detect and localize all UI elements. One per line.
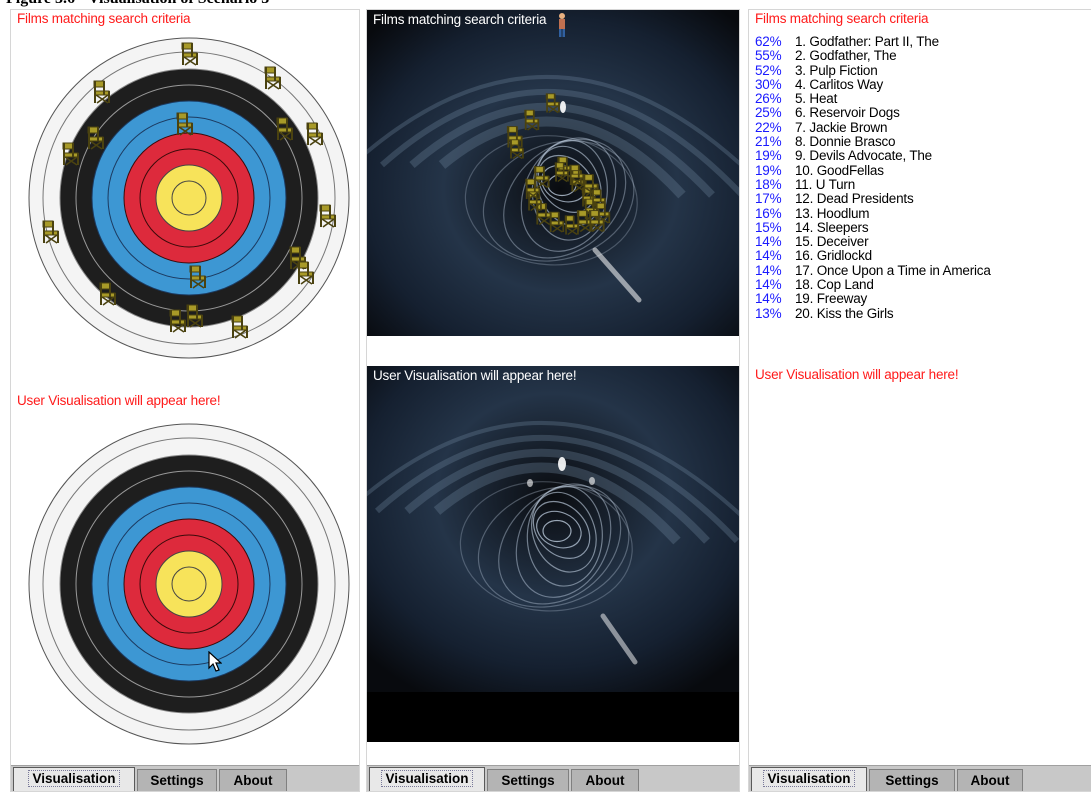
film-title: 14. Sleepers — [795, 219, 869, 235]
match-percent: 14% — [755, 234, 782, 250]
film-title: 2. Godfather, The — [795, 48, 897, 64]
right-bottom-caption: User Visualisation will appear here! — [755, 367, 959, 382]
list-item[interactable]: 26% 5. Heat — [755, 91, 991, 107]
tab-about[interactable]: About — [957, 769, 1023, 791]
figure-caption-text: Figure 3.6 - Visualisation of Scenario 3 — [6, 0, 269, 8]
left-bottom-caption: User Visualisation will appear here! — [17, 393, 221, 408]
vortex-results-svg — [367, 10, 739, 336]
film-title: 19. Freeway — [795, 291, 868, 307]
vortex-user-view[interactable]: User Visualisation will appear here! — [367, 366, 739, 742]
list-item[interactable]: 25% 6. Reservoir Dogs — [755, 105, 991, 121]
list-item[interactable]: 15% 14. Sleepers — [755, 219, 991, 235]
film-title: 12. Dead Presidents — [795, 191, 914, 207]
film-title: 7. Jackie Brown — [795, 119, 888, 135]
match-percent: 19% — [755, 162, 782, 178]
film-title: 11. U Turn — [795, 176, 856, 192]
match-percent: 14% — [755, 291, 782, 307]
film-title: 20. Kiss the Girls — [795, 305, 894, 321]
match-percent: 62% — [755, 34, 782, 49]
match-percent: 26% — [755, 91, 782, 107]
list-item[interactable]: 52% 3. Pulp Fiction — [755, 62, 991, 78]
mouse-pointer-icon — [208, 651, 222, 672]
left-tabbar: Visualisation Settings About — [11, 765, 359, 791]
match-percent: 14% — [755, 277, 782, 293]
tab-visualisation[interactable]: Visualisation — [369, 767, 485, 791]
right-tabbar: Visualisation Settings About — [749, 765, 1091, 791]
film-title: 9. Devils Advocate, The — [795, 148, 932, 164]
match-percent: 55% — [755, 48, 782, 64]
match-percent: 15% — [755, 219, 782, 235]
match-percent: 16% — [755, 205, 782, 221]
list-item[interactable]: 14% 17. Once Upon a Time in America — [755, 262, 991, 278]
match-percent: 14% — [755, 248, 782, 264]
right-top-caption: Films matching search criteria — [755, 11, 929, 26]
left-top-caption: Films matching search criteria — [17, 11, 191, 26]
match-percent: 25% — [755, 105, 782, 121]
match-percent: 22% — [755, 119, 782, 135]
film-title: 18. Cop Land — [795, 277, 874, 293]
tab-settings[interactable]: Settings — [137, 769, 217, 791]
list-item[interactable]: 62% 1. Godfather: Part II, The — [755, 34, 991, 49]
tab-settings[interactable]: Settings — [487, 769, 569, 791]
film-title: 17. Once Upon a Time in America — [795, 262, 991, 278]
left-panel: Films matching search criteria User Visu… — [10, 9, 360, 792]
match-percent: 21% — [755, 134, 782, 150]
match-percent: 19% — [755, 148, 782, 164]
film-title: 4. Carlitos Way — [795, 76, 884, 92]
film-title: 6. Reservoir Dogs — [795, 105, 900, 121]
film-title: 13. Hoodlum — [795, 205, 870, 221]
film-results-list: 62% 1. Godfather: Part II, The 55% 2. Godfa… — [755, 34, 991, 321]
film-title: 1. Godfather: Part II, The — [795, 34, 939, 49]
figure-caption: Figure 3.6 - Visualisation of Scenario 3 — [0, 0, 1091, 9]
list-item[interactable]: 17% 12. Dead Presidents — [755, 191, 991, 207]
list-item[interactable]: 14% 16. Gridlockd — [755, 248, 991, 264]
vortex-results-view[interactable]: Films matching search criteria — [367, 10, 739, 336]
film-title: 8. Donnie Brasco — [795, 134, 896, 150]
target-svg-user — [28, 423, 350, 745]
film-title: 16. Gridlockd — [795, 248, 872, 264]
middle-bottom-caption: User Visualisation will appear here! — [373, 368, 577, 383]
list-item[interactable]: 14% 19. Freeway — [755, 291, 991, 307]
list-item[interactable]: 19% 9. Devils Advocate, The — [755, 148, 991, 164]
tab-visualisation[interactable]: Visualisation — [13, 767, 135, 791]
middle-tabbar: Visualisation Settings About — [367, 765, 739, 791]
right-panel: Films matching search criteria 62% 1. God… — [748, 9, 1091, 792]
match-percent: 14% — [755, 262, 782, 278]
match-percent: 30% — [755, 76, 782, 92]
list-item[interactable]: 55% 2. Godfather, The — [755, 48, 991, 64]
match-percent: 52% — [755, 62, 782, 78]
film-title: 10. GoodFellas — [795, 162, 884, 178]
middle-top-caption: Films matching search criteria — [373, 12, 547, 27]
match-percent: 13% — [755, 305, 782, 321]
list-item[interactable]: 18% 11. U Turn — [755, 176, 991, 192]
list-item[interactable]: 14% 15. Deceiver — [755, 234, 991, 250]
tab-settings[interactable]: Settings — [869, 769, 955, 791]
archery-target-user[interactable] — [28, 423, 350, 745]
match-percent: 17% — [755, 191, 782, 207]
list-item[interactable]: 21% 8. Donnie Brasco — [755, 134, 991, 150]
list-item[interactable]: 30% 4. Carlitos Way — [755, 76, 991, 92]
middle-panel: Films matching search criteria User Visu… — [366, 9, 740, 792]
vortex-user-svg — [367, 366, 739, 742]
film-title: 15. Deceiver — [795, 234, 869, 250]
list-item[interactable]: 22% 7. Jackie Brown — [755, 119, 991, 135]
match-percent: 18% — [755, 176, 782, 192]
film-title: 3. Pulp Fiction — [795, 62, 878, 78]
archery-target-results[interactable] — [28, 37, 350, 359]
tab-about[interactable]: About — [571, 769, 639, 791]
target-svg-results — [28, 37, 350, 359]
tab-about[interactable]: About — [219, 769, 287, 791]
list-item[interactable]: 14% 18. Cop Land — [755, 277, 991, 293]
list-item[interactable]: 16% 13. Hoodlum — [755, 205, 991, 221]
list-item[interactable]: 13% 20. Kiss the Girls — [755, 305, 991, 321]
tab-visualisation[interactable]: Visualisation — [751, 767, 867, 791]
film-title: 5. Heat — [795, 91, 838, 107]
list-item[interactable]: 19% 10. GoodFellas — [755, 162, 991, 178]
